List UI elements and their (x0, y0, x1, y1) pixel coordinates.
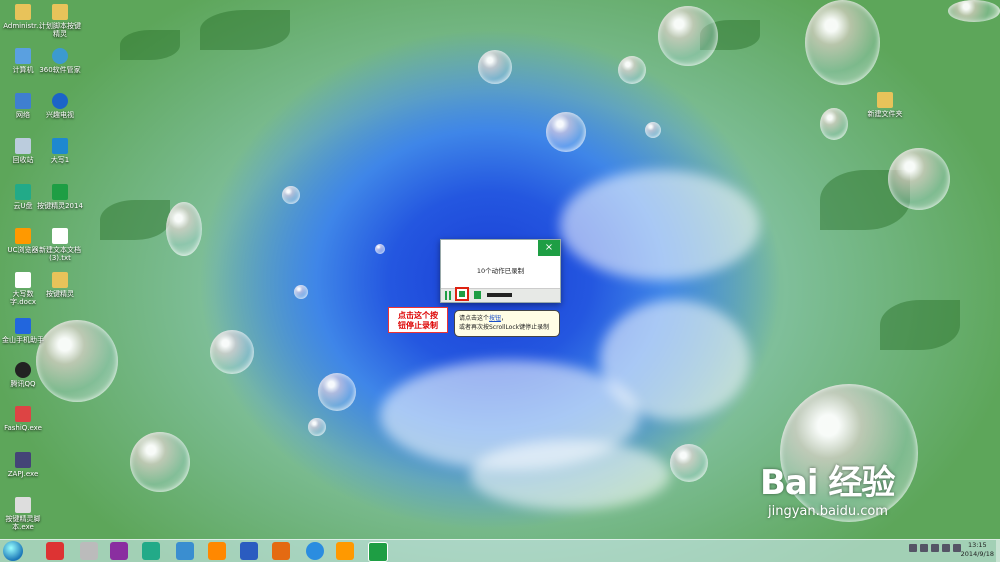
clock-date: 2014/9/18 (960, 550, 994, 558)
taskbar-app-kugou-icon[interactable] (306, 542, 324, 560)
qq-icon (15, 362, 31, 378)
cloud-drive-icon (15, 184, 31, 200)
taskbar-app-tools-icon[interactable] (80, 542, 98, 560)
desktop-icon-script-exe[interactable]: 按键精灵脚本.exe (0, 497, 46, 531)
uc-browser-icon (15, 228, 31, 244)
tooltip-line-1: 请点击这个按钮， (459, 315, 508, 322)
taskbar-clock[interactable]: 13:15 2014/9/18 (961, 541, 994, 559)
stop-button[interactable] (455, 287, 469, 301)
softmgr-icon (52, 48, 68, 64)
desktop-icon-qq[interactable]: 腾讯QQ (0, 362, 46, 388)
script-exe-icon (15, 497, 31, 513)
close-button[interactable]: × (538, 240, 560, 256)
tooltip-line-2: 或者再次按ScrollLock键停止录制 (459, 324, 550, 331)
network-icon (15, 93, 31, 109)
taskbar-app-explorer-icon[interactable] (46, 542, 64, 560)
tray-network-icon[interactable] (942, 544, 950, 552)
folder3-icon (52, 272, 68, 288)
taskbar-app-word-icon[interactable] (110, 542, 128, 560)
clock-time: 13:15 (967, 541, 987, 549)
watermark-brand: Bai 经验 (760, 463, 895, 503)
desktop-icon-txt[interactable]: 新建文本文档(3).txt (37, 228, 83, 262)
tooltip-link[interactable]: 按钮 (489, 315, 501, 322)
save-icon[interactable] (474, 291, 481, 299)
stop-tooltip: 请点击这个按钮， 或者再次按ScrollLock键停止录制 (454, 310, 560, 337)
start-button[interactable] (3, 541, 23, 561)
baidu-watermark: Bai 经验 jingyan.baidu.com (760, 455, 895, 519)
taskbar-app-wps-writer-icon[interactable] (240, 542, 258, 560)
callout-line-2: 钮停止录制 (398, 320, 438, 330)
folder2-icon (52, 4, 68, 20)
docx-icon (15, 272, 31, 288)
keysprite-icon (52, 184, 68, 200)
desktop-icon-phone[interactable]: 金山手机助手 (0, 318, 46, 344)
pause-icon[interactable] (445, 291, 451, 300)
desktop-icon-fashiq[interactable]: FashiQ.exe (0, 406, 46, 432)
stop-icon (459, 291, 465, 297)
txt-icon (52, 228, 68, 244)
dialog-message: 10个动作已录制 (476, 267, 525, 275)
desktop-icon-tv[interactable]: 兴趣电视 (37, 93, 83, 119)
desktop-icon-softmgr[interactable]: 360软件管家 (37, 48, 83, 74)
taskbar-app-network-icon[interactable] (142, 542, 160, 560)
desktop-icon-folder3[interactable]: 按键精灵 (37, 272, 83, 298)
taskbar-app-keysprite-icon[interactable] (368, 542, 388, 562)
folder-admin-icon (15, 4, 31, 20)
app-icon (52, 138, 68, 154)
taskbar-app-cloud-icon[interactable] (176, 542, 194, 560)
timer-readout (487, 293, 512, 297)
computer-icon (15, 48, 31, 64)
callout-line-1: 点击这个按 (398, 310, 438, 320)
new-folder-icon (877, 92, 893, 108)
system-tray (909, 544, 964, 555)
taskbar-app-uc-icon[interactable] (336, 542, 354, 560)
desktop-icon-new-folder[interactable]: 新建文件夹 (862, 92, 908, 118)
tv-icon (52, 93, 68, 109)
recording-dialog: × 10个动作已录制 (440, 239, 561, 303)
phone-assistant-icon (15, 318, 31, 334)
tray-arrow-icon[interactable] (909, 544, 917, 552)
recycle-bin-icon (15, 138, 31, 154)
tray-volume-icon[interactable] (931, 544, 939, 552)
taskbar-app-wps-presentation-icon[interactable] (272, 542, 290, 560)
watermark-url: jingyan.baidu.com (768, 504, 888, 519)
dialog-toolbar (441, 287, 560, 302)
desktop-icon-app[interactable]: 大写1 (37, 138, 83, 164)
desktop-icon-keysprite[interactable]: 按键精灵2014 (37, 184, 83, 210)
exe-icon (15, 406, 31, 422)
taskbar-app-media-icon[interactable] (208, 542, 226, 560)
show-desktop-button[interactable] (996, 540, 1000, 562)
desktop-icon-folder2[interactable]: 计划脚本按键精灵 (37, 4, 83, 38)
tray-flag-icon[interactable] (920, 544, 928, 552)
exe2-icon (15, 452, 31, 468)
taskbar: 13:15 2014/9/18 (0, 539, 1000, 562)
instruction-callout: 点击这个按 钮停止录制 (388, 307, 448, 333)
desktop-icon-zapj[interactable]: ZAPJ.exe (0, 452, 46, 478)
